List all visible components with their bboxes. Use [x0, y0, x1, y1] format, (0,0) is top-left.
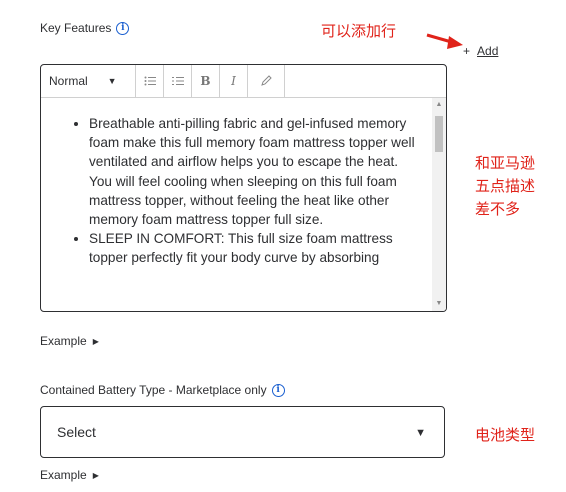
scroll-down-icon[interactable]: ▼	[432, 297, 446, 311]
bullet-list-icon	[144, 76, 156, 86]
arrow-icon	[426, 33, 463, 49]
list-item: Breathable anti-pilling fabric and gel-i…	[89, 114, 420, 229]
add-link[interactable]: Add	[477, 44, 498, 58]
annotation-five-points: 和亚马逊 五点描述 差不多	[475, 154, 536, 218]
scroll-up-icon[interactable]: ▲	[432, 98, 446, 112]
list-item: SLEEP IN COMFORT: This full size foam ma…	[89, 229, 420, 267]
battery-type-select[interactable]: Select ▼	[40, 406, 445, 458]
numbered-list-icon	[171, 77, 184, 85]
add-row-button[interactable]: + Add	[463, 44, 498, 58]
feature-bullet-list: Breathable anti-pilling fabric and gel-i…	[41, 98, 432, 268]
italic-button[interactable]: I	[220, 65, 248, 97]
bullet-list-button[interactable]	[136, 65, 164, 97]
editor-content[interactable]: Breathable anti-pilling fabric and gel-i…	[41, 98, 432, 311]
caret-down-icon: ▼	[415, 427, 426, 439]
info-icon[interactable]: i	[116, 22, 130, 36]
example-toggle[interactable]: Example ▶	[40, 468, 99, 482]
caret-down-icon: ▼	[107, 76, 117, 86]
key-features-editor[interactable]: Normal ▼ B I • Breathable anti-pilling f…	[40, 64, 447, 312]
bold-button[interactable]: B	[192, 65, 220, 97]
bold-icon: B	[200, 74, 211, 88]
example-toggle[interactable]: Example ▶	[40, 334, 99, 348]
info-icon[interactable]: i	[271, 384, 285, 398]
key-features-label: Key Features i	[40, 21, 130, 36]
clear-format-button[interactable]	[248, 65, 285, 97]
pencil-icon	[261, 75, 272, 86]
numbered-list-button[interactable]	[164, 65, 192, 97]
editor-scrollbar[interactable]: ▲ ▼	[432, 98, 446, 311]
scrollbar-thumb[interactable]	[435, 116, 443, 152]
editor-toolbar: Normal ▼ B I	[41, 65, 446, 98]
annotation-add-row: 可以添加行	[321, 22, 397, 40]
annotation-battery-type: 电池类型	[475, 426, 536, 444]
plus-icon: +	[463, 44, 471, 58]
format-select[interactable]: Normal ▼	[41, 65, 136, 97]
italic-icon: I	[231, 74, 236, 88]
caret-right-icon: ▶	[92, 337, 99, 346]
caret-right-icon: ▶	[92, 471, 99, 480]
battery-type-label: Contained Battery Type - Marketplace onl…	[40, 383, 285, 398]
